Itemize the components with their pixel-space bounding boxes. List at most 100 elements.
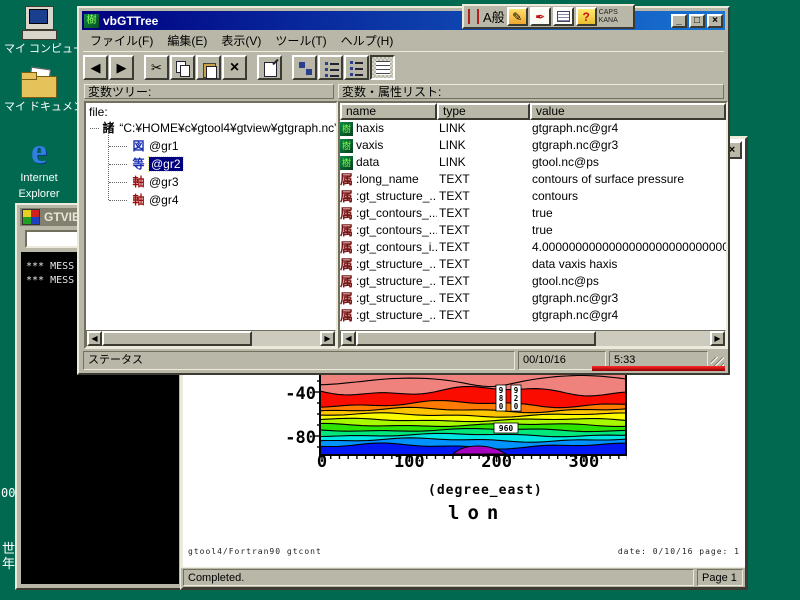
scroll-right-icon[interactable]: ▶ [710,331,725,346]
details-view-icon[interactable] [370,55,395,80]
menu-item[interactable]: ファイル(F) [83,30,160,51]
list-row[interactable]: 属:gt_contours_...TEXTtrue [340,205,726,222]
list-cell-type: TEXT [437,205,530,222]
menu-item[interactable]: ヘルプ(H) [334,30,401,51]
desktop-icon-label: マイ コンピュータ [4,43,74,56]
list-cell-type: TEXT [437,307,530,324]
properties-icon[interactable] [257,55,282,80]
my-computer-desktop-icon[interactable]: マイ コンピュータ [4,6,74,56]
word-register-icon[interactable] [553,7,574,26]
list-row[interactable]: 属:gt_structure_...TEXTdata vaxis haxis [340,256,726,273]
tree-node-icon: 等 [131,155,146,173]
list-body: 樹haxisLINKgtgraph.nc@gr4樹vaxisLINKgtgrap… [340,120,726,324]
small-icons-icon[interactable] [318,55,343,80]
tree-item-gr1[interactable]: 図@gr1 [103,137,336,155]
tree-item-gr3[interactable]: 軸@gr3 [103,173,336,191]
maximize-button[interactable]: □ [689,14,705,28]
tree-node-icon: 図 [131,137,146,155]
internet-explorer-desktop-icon[interactable]: eInternetExplorer [4,133,74,201]
name-text: :gt_structure_... [356,290,437,307]
tree-item-gr4[interactable]: 軸@gr4 [103,191,336,209]
list-cell-name: 樹data [340,154,437,171]
cut-icon[interactable]: ✂ [144,55,169,80]
list-view-icon[interactable] [344,55,369,80]
attribute-icon: 属 [340,273,353,290]
y-axis-tick-label-80: -80 [272,428,316,448]
tree-item-label: @gr2 [149,157,183,171]
menu-item[interactable]: 表示(V) [214,30,268,51]
tree-item-label: @gr3 [149,175,179,189]
tree-item-label: @gr1 [149,139,179,153]
tree-root-node[interactable]: 諸 “C:¥HOME¥c¥gtool4¥gtview¥gtgraph.nc” [89,119,336,137]
ime-drag-handle[interactable] [468,9,479,24]
attribute-icon: 属 [340,256,353,273]
list-cell-value: data vaxis haxis [530,256,726,273]
back-icon[interactable]: ◀ [83,55,108,80]
ime-pad-icon[interactable]: ✎ [507,7,528,26]
scroll-left-icon[interactable]: ◀ [87,331,102,346]
ime-help-icon[interactable]: ? [576,7,597,26]
desktop-fragment-number: 00 [1,486,15,500]
list-row[interactable]: 属:gt_structure_...TEXTgtgraph.nc@gr4 [340,307,726,324]
dictionary-pen-icon[interactable]: ✒ [530,7,551,26]
plot-footer-right: date: 0/10/16 page: 1 [540,547,740,556]
delete-icon[interactable]: × [222,55,247,80]
list-row[interactable]: 樹dataLINKgtool.nc@ps [340,154,726,171]
scroll-right-icon[interactable]: ▶ [320,331,335,346]
minimize-button[interactable]: _ [671,14,687,28]
list-row[interactable]: 属:gt_contours_...TEXTtrue [340,222,726,239]
column-header-type[interactable]: type [437,103,530,120]
list-cell-name: 樹vaxis [340,137,437,154]
list-row[interactable]: 属:gt_structure_...TEXTgtool.nc@ps [340,273,726,290]
list-cell-name: 属:gt_structure_... [340,290,437,307]
tree-scroll-thumb[interactable] [102,331,252,346]
list-scroll-thumb[interactable] [356,331,596,346]
copy-icon[interactable] [170,55,195,80]
attribute-icon: 属 [340,222,353,239]
name-text: vaxis [356,137,383,154]
list-row[interactable]: 属:gt_structure_...TEXTcontours [340,188,726,205]
menu-item[interactable]: ツール(T) [268,30,333,51]
fragment-char-2: 年 [1,556,16,571]
svg-text:0: 0 [499,402,504,411]
menu-bar: ファイル(F)編集(E)表示(V)ツール(T)ヘルプ(H) [83,31,724,50]
my-computer-icon [22,6,56,40]
list-row[interactable]: 属:gt_structure_...TEXTgtgraph.nc@gr3 [340,290,726,307]
list-cell-name: 属:gt_structure_... [340,307,437,324]
column-header-name[interactable]: name [340,103,437,120]
ime-input-mode-button[interactable]: A般 [483,7,505,26]
paste-icon[interactable] [196,55,221,80]
tree-node-icon: 軸 [131,173,146,191]
ms-dos-icon [22,209,40,225]
list-row[interactable]: 属:long_nameTEXTcontours of surface press… [340,171,726,188]
list-cell-type: TEXT [437,222,530,239]
name-text: :gt_contours_... [356,222,437,239]
attribute-list-panel: nametypevalue 樹haxisLINKgtgraph.nc@gr4樹v… [338,101,728,349]
column-header-value[interactable]: value [530,103,726,120]
list-cell-value: true [530,222,726,239]
x-axis-tick-label-0: 0 [292,452,352,472]
internet-explorer-icon: e [21,133,57,169]
list-row[interactable]: 属:gt_contours_i...TEXT4.0000000000000000… [340,239,726,256]
tree-item-gr2[interactable]: 等@gr2 [103,155,336,173]
close-button[interactable]: × [707,14,723,28]
caps-kana-indicator[interactable]: CAPS KANA [599,9,618,25]
menu-item[interactable]: 編集(E) [160,30,214,51]
my-documents-desktop-icon[interactable]: マイ ドキュメント [4,68,74,114]
plot-footer-left: gtool4/Fortran90 gtcont [188,547,322,556]
x-axis-tick-label-100: 100 [379,452,439,472]
list-cell-type: TEXT [437,273,530,290]
list-cell-value: true [530,205,726,222]
variable-tree: file: 諸 “C:¥HOME¥c¥gtool4¥gtview¥gtgraph… [86,103,336,209]
list-horizontal-scrollbar[interactable]: ◀ ▶ [340,330,726,347]
forward-icon[interactable]: ▶ [109,55,134,80]
name-text: :gt_contours_... [356,205,437,222]
list-row[interactable]: 樹vaxisLINKgtgraph.nc@gr3 [340,137,726,154]
scroll-left-icon[interactable]: ◀ [341,331,356,346]
list-cell-type: TEXT [437,239,530,256]
list-panel-label: 変数・属性リスト: [338,84,724,99]
large-icons-icon[interactable] [292,55,317,80]
list-cell-value: gtool.nc@ps [530,273,726,290]
list-row[interactable]: 樹haxisLINKgtgraph.nc@gr4 [340,120,726,137]
tree-horizontal-scrollbar[interactable]: ◀ ▶ [86,330,336,347]
